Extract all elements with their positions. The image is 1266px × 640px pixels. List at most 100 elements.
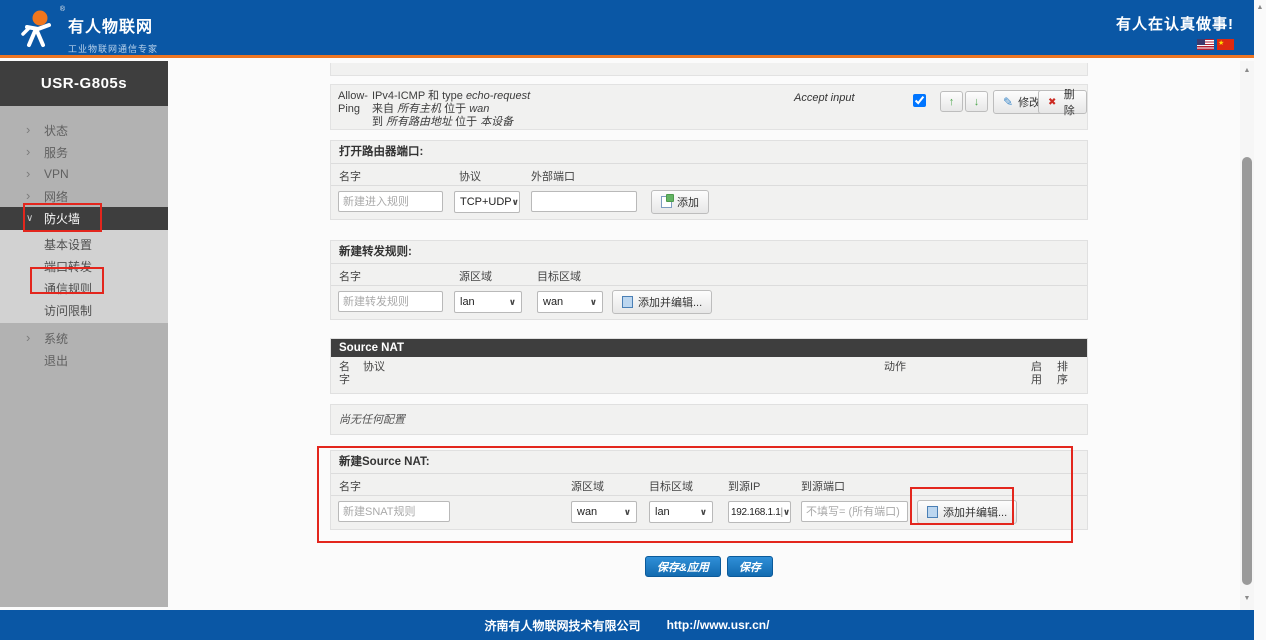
col-name: 名字 <box>339 268 361 284</box>
slogan-block: 有人在认真做事! <box>1116 13 1234 50</box>
sidebar-item-traffic-rules[interactable]: 通信规则 <box>0 277 168 299</box>
usr-logo-icon: ® <box>13 7 63 52</box>
open-ports-section: 打开路由器端口: 名字 协议 外部端口 TCP+UDP ∨ 添加 <box>330 140 1088 220</box>
edit-sheet-icon <box>927 506 938 518</box>
delete-x-icon: ✖ <box>1048 97 1056 108</box>
sidebar-item-firewall[interactable]: ∨ 防火墙 <box>0 207 168 230</box>
move-up-button[interactable]: ↑ <box>940 91 963 112</box>
sidebar-item-logout[interactable]: 退出 <box>0 349 168 371</box>
chevron-right-icon: › <box>26 190 44 202</box>
col-dst-zone: 目标区域 <box>649 478 693 494</box>
col-to-src-port: 到源端口 <box>801 478 845 494</box>
sidebar-item-services[interactable]: › 服务 <box>0 141 168 163</box>
footer-url[interactable]: http://www.usr.cn/ <box>667 618 770 632</box>
sidebar-item-system[interactable]: › 系统 <box>0 327 168 349</box>
rule-enable-checkbox[interactable] <box>913 94 926 107</box>
top-header: ® 有人物联网 工业物联网通信专家 有人在认真做事! <box>0 0 1254 58</box>
page-footer: 济南有人物联网技术有限公司 http://www.usr.cn/ <box>0 610 1254 640</box>
sidebar-item-label: 访问限制 <box>44 302 92 319</box>
section-title: 打开路由器端口: <box>331 141 1087 164</box>
sidebar-item-label: 系统 <box>44 330 68 347</box>
slogan-text: 有人在认真做事! <box>1116 13 1234 34</box>
chevron-down-icon: ∨ <box>590 297 597 308</box>
col-name: 名字 <box>339 361 353 387</box>
chevron-down-icon: ∨ <box>783 507 790 518</box>
add-port-rule-button[interactable]: 添加 <box>651 190 709 214</box>
col-enable: 启用 <box>1031 361 1045 387</box>
sidebar-item-label: 服务 <box>44 144 68 161</box>
content-scrollbar[interactable]: ▲ ▼ <box>1240 61 1254 610</box>
sidebar-item-network[interactable]: › 网络 <box>0 185 168 207</box>
pencil-icon: ✎ <box>1003 95 1013 109</box>
new-rule-name-input[interactable] <box>338 191 443 212</box>
chevron-down-icon: ∨ <box>700 507 707 518</box>
delete-rule-button[interactable]: ✖ 删除 <box>1038 90 1087 114</box>
col-ext-port: 外部端口 <box>531 168 575 184</box>
snat-dst-zone-select[interactable]: lan ∨ <box>649 501 713 523</box>
brand-name: 有人物联网 <box>68 13 158 37</box>
empty-state-text: 尚无任何配置 <box>331 405 1087 435</box>
snat-src-zone-select[interactable]: wan ∨ <box>571 501 637 523</box>
sidebar-item-status[interactable]: › 状态 <box>0 119 168 141</box>
add-edit-forward-button[interactable]: 添加并编辑... <box>612 290 712 314</box>
add-edit-snat-button[interactable]: 添加并编辑... <box>917 500 1017 524</box>
new-snat-name-input[interactable] <box>338 501 450 522</box>
allow-ping-rule-row: Allow-Ping IPv4-ICMP 和 type echo-request… <box>330 84 1088 130</box>
chevron-right-icon: › <box>26 168 44 180</box>
col-sort: 排序 <box>1057 361 1071 387</box>
sidebar-item-label: 端口转发 <box>44 258 92 275</box>
chevron-right-icon: › <box>26 332 44 344</box>
us-flag-icon[interactable] <box>1197 39 1214 50</box>
sidebar-item-label: 网络 <box>44 188 68 205</box>
firewall-submenu: 基本设置 端口转发 通信规则 访问限制 <box>0 230 168 323</box>
col-protocol: 协议 <box>363 361 385 374</box>
sidebar-item-access-limit[interactable]: 访问限制 <box>0 299 168 321</box>
move-down-button[interactable]: ↓ <box>965 91 988 112</box>
save-button[interactable]: 保存 <box>727 556 773 577</box>
chevron-down-icon: ∨ <box>26 213 44 225</box>
protocol-select[interactable]: TCP+UDP ∨ <box>454 191 520 213</box>
col-name: 名字 <box>339 168 361 184</box>
scroll-up-icon[interactable]: ▲ <box>1254 4 1266 11</box>
cn-flag-icon[interactable] <box>1217 39 1234 50</box>
rule-action: Accept input <box>794 92 855 104</box>
scrollbar-thumb[interactable] <box>1242 157 1252 585</box>
sidebar-item-label: VPN <box>44 167 69 181</box>
forward-rule-section: 新建转发规则: 名字 源区域 目标区域 lan ∨ wan ∨ 添加并编辑... <box>330 240 1088 320</box>
col-src-zone: 源区域 <box>571 478 604 494</box>
col-src-zone: 源区域 <box>459 268 492 284</box>
sidebar: USR-G805s › 状态 › 服务 › VPN › 网络 ∨ 防火墙 <box>0 61 168 607</box>
new-forward-name-input[interactable] <box>338 291 443 312</box>
brand-block: 有人物联网 工业物联网通信专家 <box>68 13 158 55</box>
sidebar-item-label: 通信规则 <box>44 280 92 297</box>
chevron-down-icon: ∨ <box>624 507 631 518</box>
clipped-row <box>330 63 1088 76</box>
footer-company: 济南有人物联网技术有限公司 <box>485 617 641 634</box>
snat-to-src-port-input[interactable] <box>801 501 908 522</box>
sidebar-item-basic-settings[interactable]: 基本设置 <box>0 233 168 255</box>
edit-sheet-icon <box>622 296 633 308</box>
dst-zone-select[interactable]: wan ∨ <box>537 291 603 313</box>
scroll-down-icon[interactable]: ▼ <box>1240 595 1254 602</box>
window-scrollbar[interactable]: ▲ <box>1254 0 1266 640</box>
sidebar-item-label: 防火墙 <box>44 210 80 227</box>
scroll-up-icon[interactable]: ▲ <box>1240 67 1254 74</box>
sidebar-item-vpn[interactable]: › VPN <box>0 163 168 185</box>
chevron-right-icon: › <box>26 146 44 158</box>
new-source-nat-section: 新建Source NAT: 名字 源区域 目标区域 到源IP 到源端口 wan … <box>330 450 1088 530</box>
snat-to-src-ip-combo[interactable]: 192.168.1.1 | ∨ <box>728 501 791 523</box>
src-zone-select[interactable]: lan ∨ <box>454 291 522 313</box>
arrow-up-icon: ↑ <box>949 96 955 108</box>
save-apply-button[interactable]: 保存&应用 <box>645 556 721 577</box>
source-nat-title: Source NAT <box>331 339 1087 357</box>
chevron-right-icon: › <box>26 124 44 136</box>
sidebar-item-label: 基本设置 <box>44 236 92 253</box>
registered-mark: ® <box>60 6 65 13</box>
add-sheet-icon <box>661 196 672 208</box>
arrow-down-icon: ↓ <box>974 96 980 108</box>
ext-port-input[interactable] <box>531 191 637 212</box>
sidebar-item-port-forward[interactable]: 端口转发 <box>0 255 168 277</box>
col-name: 名字 <box>339 478 361 494</box>
device-model: USR-G805s <box>0 61 168 106</box>
section-title: 新建转发规则: <box>331 241 1087 264</box>
